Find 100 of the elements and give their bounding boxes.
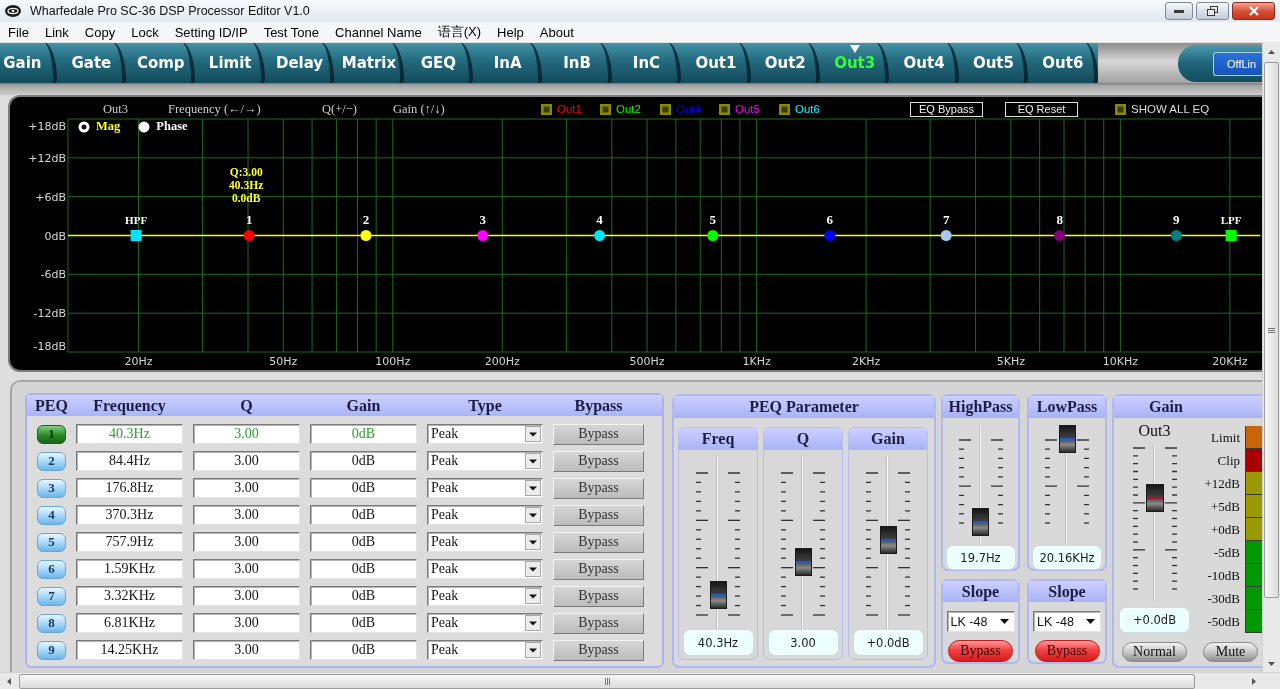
band-select-button[interactable]: 9 bbox=[37, 640, 66, 660]
channel-tab[interactable]: InA bbox=[473, 43, 543, 83]
gain-field[interactable]: 0dB bbox=[310, 505, 417, 525]
band-select-button[interactable]: 6 bbox=[37, 559, 66, 579]
view-mode-radio[interactable]: Mag bbox=[78, 119, 121, 134]
menu-item[interactable]: File bbox=[0, 24, 37, 40]
gain-field[interactable]: 0dB bbox=[310, 586, 417, 606]
eq-point-marker[interactable] bbox=[130, 230, 142, 241]
restore-button[interactable] bbox=[1196, 2, 1229, 20]
q-field[interactable]: 3.00 bbox=[193, 586, 300, 606]
channel-tab[interactable]: Matrix bbox=[334, 43, 404, 83]
channel-tab[interactable]: Out3 bbox=[820, 43, 890, 83]
gain-field[interactable]: 0dB bbox=[310, 478, 417, 498]
channel-tab[interactable]: Delay bbox=[264, 43, 335, 83]
eq-point-marker[interactable] bbox=[360, 230, 372, 241]
q-field[interactable]: 3.00 bbox=[193, 424, 300, 444]
menu-item[interactable]: Channel Name bbox=[327, 24, 430, 40]
overlay-checkbox[interactable]: Out5 bbox=[719, 103, 760, 115]
bypass-button[interactable]: Bypass bbox=[553, 639, 644, 661]
band-select-button[interactable]: 2 bbox=[37, 451, 66, 471]
frequency-field[interactable]: 40.3Hz bbox=[76, 424, 183, 444]
gain-field[interactable]: 0dB bbox=[310, 424, 417, 444]
bypass-button[interactable]: Bypass bbox=[1034, 640, 1100, 662]
status-button[interactable]: OffLin bbox=[1213, 51, 1262, 76]
gain-field[interactable]: 0dB bbox=[310, 559, 417, 579]
bypass-button[interactable]: Bypass bbox=[948, 640, 1013, 662]
frequency-field[interactable]: 757.9Hz bbox=[76, 532, 183, 552]
type-dropdown[interactable]: Peak bbox=[427, 478, 543, 498]
type-dropdown[interactable]: Peak bbox=[427, 505, 543, 525]
q-field[interactable]: 3.00 bbox=[193, 532, 300, 552]
bypass-button[interactable]: Bypass bbox=[553, 423, 644, 445]
gain-field[interactable]: 0dB bbox=[310, 532, 417, 552]
gain-field[interactable]: 0dB bbox=[310, 613, 417, 633]
type-dropdown[interactable]: Peak bbox=[427, 532, 543, 552]
channel-tab[interactable]: Gain bbox=[0, 43, 57, 83]
eq-action-button[interactable]: EQ Reset bbox=[1005, 101, 1078, 117]
frequency-field[interactable]: 370.3Hz bbox=[76, 505, 183, 525]
slope-dropdown[interactable]: LK -48 bbox=[1033, 611, 1101, 632]
q-field[interactable]: 3.00 bbox=[193, 613, 300, 633]
eq-point-marker[interactable] bbox=[477, 230, 489, 241]
band-select-button[interactable]: 7 bbox=[37, 586, 66, 606]
slope-dropdown[interactable]: LK -48 bbox=[946, 611, 1015, 632]
type-dropdown[interactable]: Peak bbox=[427, 640, 543, 660]
scrollbar-thumb[interactable] bbox=[1264, 62, 1279, 598]
channel-tab[interactable]: Comp bbox=[126, 43, 196, 83]
band-select-button[interactable]: 1 bbox=[37, 424, 66, 444]
frequency-field[interactable]: 6.81KHz bbox=[76, 613, 183, 633]
slider-thumb[interactable] bbox=[1058, 425, 1076, 453]
band-select-button[interactable]: 8 bbox=[37, 613, 66, 633]
slider-thumb[interactable] bbox=[709, 581, 727, 610]
type-dropdown[interactable]: Peak bbox=[427, 451, 543, 471]
band-select-button[interactable]: 3 bbox=[37, 478, 66, 498]
eq-point-marker[interactable] bbox=[707, 230, 719, 241]
type-dropdown[interactable]: Peak bbox=[427, 559, 543, 579]
eq-point-marker[interactable] bbox=[594, 230, 606, 241]
menu-item[interactable]: Setting ID/IP bbox=[166, 24, 256, 40]
type-dropdown[interactable]: Peak bbox=[427, 424, 543, 444]
slider-track[interactable] bbox=[1057, 425, 1077, 546]
close-button[interactable] bbox=[1232, 2, 1275, 20]
channel-tab[interactable]: Out6 bbox=[1028, 43, 1098, 83]
slider-track[interactable] bbox=[793, 455, 813, 630]
frequency-field[interactable]: 176.8Hz bbox=[76, 478, 183, 498]
bypass-button[interactable]: Bypass bbox=[553, 558, 644, 580]
eq-point-marker[interactable] bbox=[940, 230, 952, 241]
slider-thumb[interactable] bbox=[794, 547, 812, 576]
overlay-checkbox[interactable]: Out1 bbox=[541, 103, 582, 115]
q-field[interactable]: 3.00 bbox=[193, 478, 300, 498]
mute-button[interactable]: Mute bbox=[1203, 642, 1258, 662]
bypass-button[interactable]: Bypass bbox=[553, 450, 644, 472]
bypass-button[interactable]: Bypass bbox=[553, 585, 644, 607]
frequency-field[interactable]: 14.25KHz bbox=[76, 640, 183, 660]
frequency-field[interactable]: 3.32KHz bbox=[76, 586, 183, 606]
slider-track[interactable] bbox=[878, 455, 898, 630]
channel-tab[interactable]: GEQ bbox=[403, 43, 474, 83]
menu-item[interactable]: About bbox=[531, 24, 582, 40]
channel-tab[interactable]: Out2 bbox=[750, 43, 820, 83]
slider-thumb[interactable] bbox=[1145, 483, 1164, 512]
bypass-button[interactable]: Bypass bbox=[553, 531, 644, 553]
menu-item[interactable]: Test Tone bbox=[255, 24, 328, 40]
view-mode-radio[interactable]: Phase bbox=[138, 119, 188, 134]
bypass-button[interactable]: Bypass bbox=[553, 612, 644, 634]
channel-tab[interactable]: Out4 bbox=[889, 43, 959, 83]
channel-tab[interactable]: InC bbox=[611, 43, 682, 83]
channel-tab[interactable]: Limit bbox=[195, 43, 265, 83]
eq-point-marker[interactable] bbox=[1225, 230, 1237, 241]
minimize-button[interactable] bbox=[1165, 2, 1193, 20]
channel-tab[interactable]: Out5 bbox=[958, 43, 1029, 83]
channel-tab[interactable]: Gate bbox=[56, 43, 127, 83]
eq-point-marker[interactable] bbox=[243, 230, 255, 241]
overlay-checkbox[interactable]: Out6 bbox=[779, 103, 820, 115]
slider-thumb[interactable] bbox=[972, 507, 989, 536]
bypass-button[interactable]: Bypass bbox=[553, 477, 644, 499]
normal-button[interactable]: Normal bbox=[1122, 642, 1187, 662]
eq-point-marker[interactable] bbox=[1054, 230, 1066, 241]
eq-action-button[interactable]: EQ Bypass bbox=[910, 101, 983, 117]
slider-thumb[interactable] bbox=[879, 525, 897, 554]
gain-field[interactable]: 0dB bbox=[310, 451, 417, 471]
menu-item[interactable]: Help bbox=[489, 24, 532, 40]
slider-track[interactable] bbox=[1144, 445, 1165, 602]
overlay-checkbox[interactable]: Out2 bbox=[600, 103, 641, 115]
